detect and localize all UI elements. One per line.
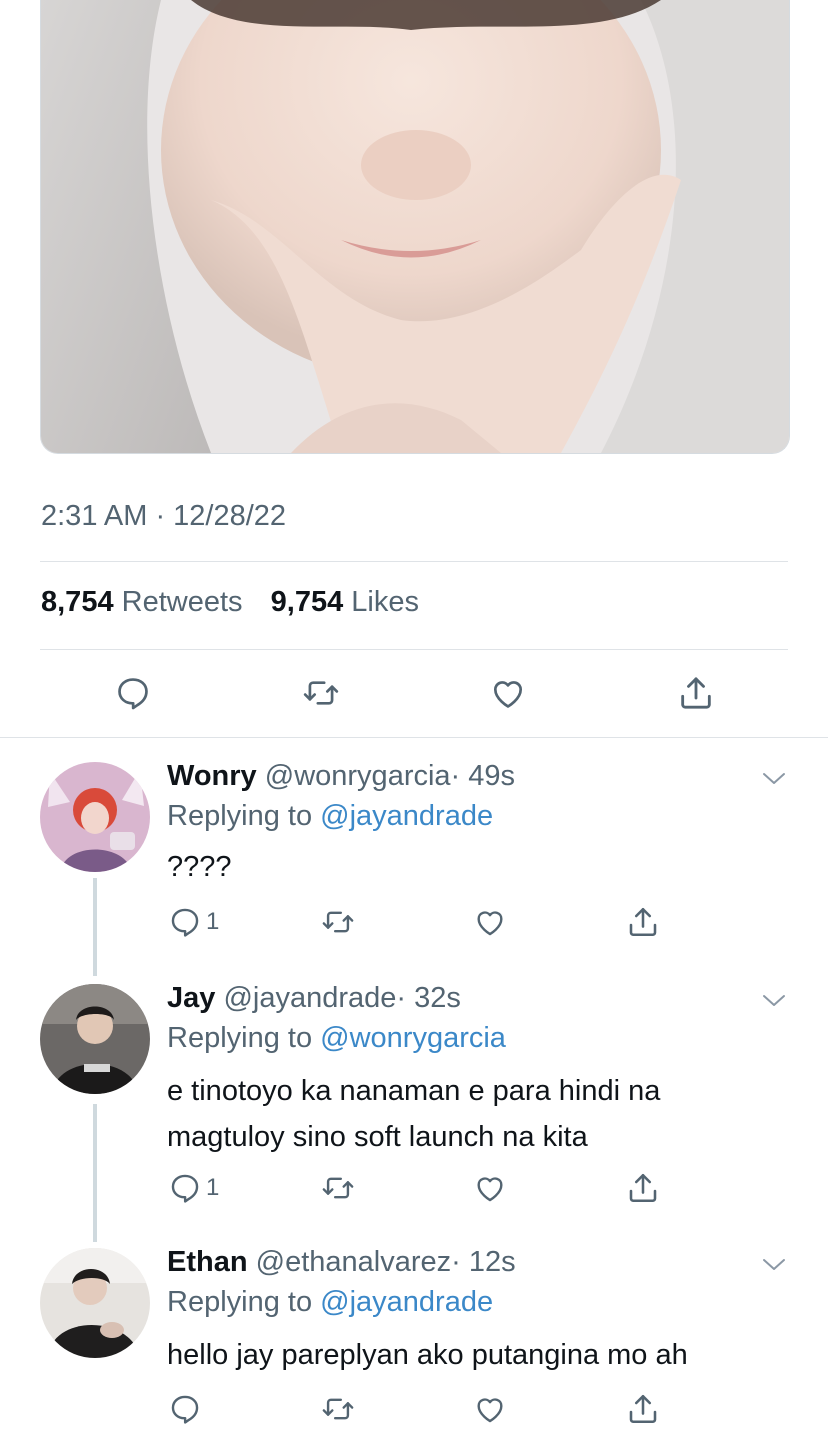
reply-button[interactable]: 1 — [168, 1171, 219, 1205]
avatar[interactable] — [40, 984, 150, 1094]
chevron-down-icon[interactable] — [760, 768, 788, 793]
reply-text: e tinotoyo ka nanaman e para hindi na ma… — [167, 1075, 661, 1153]
avatar[interactable] — [40, 1248, 150, 1358]
reply-tweet[interactable]: Wonry @wonrygarcia· 49s Replying to @jay… — [0, 760, 828, 980]
reply-header: Jay @jayandrade· 32s — [167, 982, 461, 1015]
replying-prefix: Replying to — [167, 1286, 313, 1318]
reply-icon — [171, 1174, 199, 1203]
retweet-icon[interactable] — [320, 1392, 356, 1426]
like-icon[interactable] — [472, 1392, 508, 1426]
like-icon[interactable] — [472, 905, 508, 939]
reply-time: · 12s — [451, 1246, 516, 1278]
likes-count: 9,754 — [270, 586, 344, 618]
reply-text: ???? — [167, 851, 232, 883]
display-name[interactable]: Ethan — [167, 1246, 248, 1278]
reply-button[interactable]: 1 — [168, 905, 219, 939]
retweet-icon[interactable] — [301, 674, 341, 712]
retweets-stat[interactable]: 8,754 Retweets — [41, 586, 251, 618]
photo-image — [41, 0, 789, 453]
retweet-icon[interactable] — [320, 905, 356, 939]
likes-label: Likes — [351, 586, 419, 618]
username[interactable]: @wonrygarcia — [265, 760, 451, 792]
replying-prefix: Replying to — [167, 1022, 313, 1054]
share-icon[interactable] — [625, 904, 661, 940]
tweet-photo[interactable] — [40, 0, 790, 454]
thread-line — [93, 878, 97, 976]
like-icon[interactable] — [472, 1171, 508, 1205]
display-name[interactable]: Wonry — [167, 760, 257, 792]
retweets-label: Retweets — [121, 586, 243, 618]
reply-header: Wonry @wonrygarcia· 49s — [167, 760, 515, 793]
thread-line — [93, 1104, 97, 1242]
chevron-down-icon[interactable] — [760, 990, 788, 1015]
likes-stat[interactable]: 9,754 Likes — [271, 586, 419, 618]
reply-count: 1 — [206, 908, 220, 935]
replying-mention[interactable]: @jayandrade — [320, 800, 493, 832]
display-name[interactable]: Jay — [167, 982, 215, 1014]
share-icon[interactable] — [625, 1391, 661, 1427]
reply-icon — [171, 1395, 199, 1424]
reply-tweet[interactable]: Ethan @ethanalvarez· 12s Replying to @ja… — [0, 1246, 828, 1436]
replying-prefix: Replying to — [167, 800, 313, 832]
divider — [0, 737, 828, 738]
avatar[interactable] — [40, 762, 150, 872]
share-icon[interactable] — [676, 673, 716, 713]
username[interactable]: @jayandrade — [223, 982, 396, 1014]
share-icon[interactable] — [625, 1170, 661, 1206]
reply-time: · 49s — [450, 760, 516, 792]
tweet-stats: 8,754 Retweets 9,754 Likes — [41, 586, 419, 619]
reply-tweet[interactable]: Jay @jayandrade· 32s Replying to @wonryg… — [0, 982, 828, 1242]
replying-mention[interactable]: @wonrygarcia — [320, 1022, 506, 1054]
reply-icon — [171, 908, 199, 937]
like-icon[interactable] — [488, 674, 528, 712]
reply-button[interactable] — [168, 1392, 202, 1426]
chevron-down-icon[interactable] — [760, 1254, 788, 1279]
reply-time: · 32s — [396, 982, 461, 1014]
tweet-actions — [0, 668, 828, 720]
reply-count: 1 — [206, 1174, 220, 1201]
replying-mention[interactable]: @jayandrade — [320, 1286, 493, 1318]
reply-text: hello jay pareplyan ako putangina mo ah — [167, 1339, 688, 1371]
reply-icon[interactable] — [114, 674, 152, 712]
replying-to: Replying to @jayandrade — [167, 800, 493, 833]
replying-to: Replying to @wonrygarcia — [167, 1022, 506, 1055]
divider — [40, 561, 788, 562]
divider — [40, 649, 788, 650]
username[interactable]: @ethanalvarez — [256, 1246, 452, 1278]
replying-to: Replying to @jayandrade — [167, 1286, 493, 1319]
reply-header: Ethan @ethanalvarez· 12s — [167, 1246, 516, 1279]
retweets-count: 8,754 — [41, 586, 114, 618]
tweet-timestamp: 2:31 AM · 12/28/22 — [41, 500, 287, 532]
retweet-icon[interactable] — [320, 1171, 356, 1205]
